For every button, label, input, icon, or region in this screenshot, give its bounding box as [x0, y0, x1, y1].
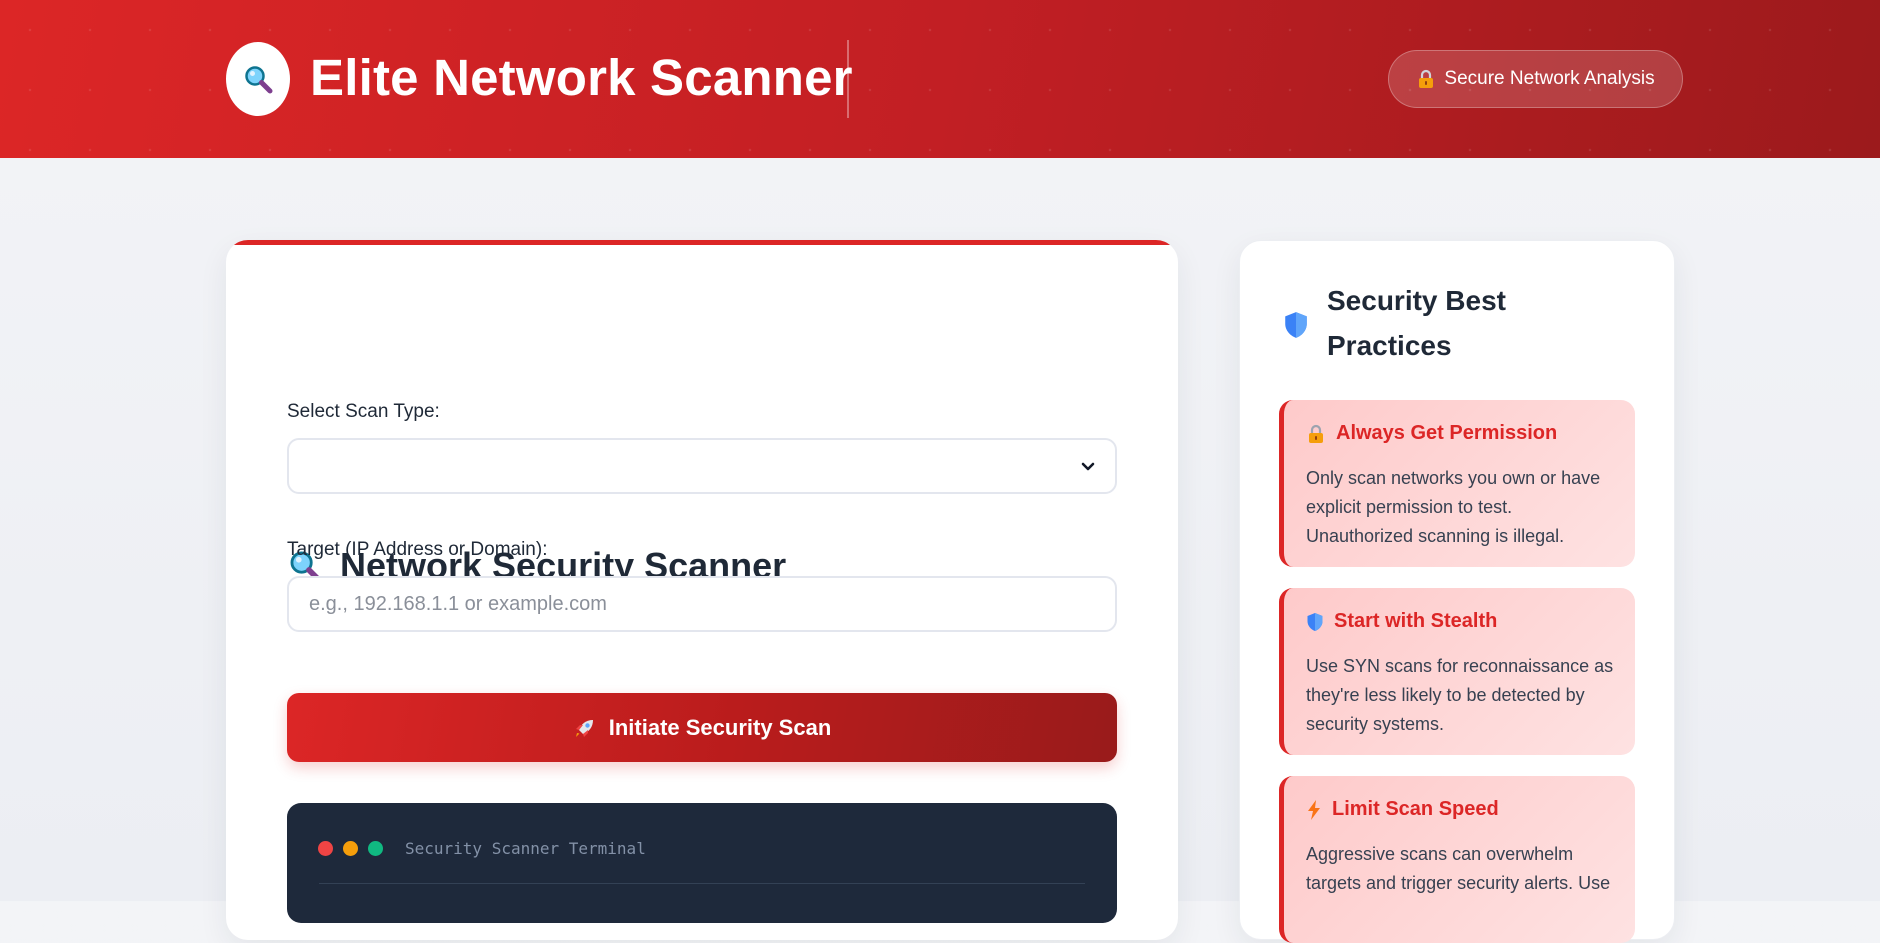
scanner-terminal: Security Scanner Terminal [287, 803, 1117, 923]
tip-card: Limit Scan Speed Aggressive scans can ov… [1279, 776, 1635, 943]
tip-body: Use SYN scans for reconnaissance as they… [1306, 656, 1614, 734]
magnifier-icon [245, 66, 273, 94]
tip-body: Only scan networks you own or have expli… [1306, 468, 1601, 546]
tip-card: Always Get Permission Only scan networks… [1279, 400, 1635, 567]
scan-type-label: Select Scan Type: [287, 401, 440, 422]
lightning-icon [1308, 799, 1320, 820]
best-practices-title: Security Best Practices [1327, 285, 1506, 361]
terminal-maximize-dot [368, 841, 383, 856]
target-input[interactable] [287, 576, 1117, 632]
tip-body: Aggressive scans can overwhelm targets a… [1306, 844, 1611, 893]
scan-button-label: Initiate Security Scan [608, 714, 832, 740]
logo-badge [226, 42, 290, 116]
terminal-divider [319, 883, 1085, 884]
terminal-close-dot [318, 841, 333, 856]
tip-header: Start with Stealth [1306, 610, 1497, 633]
scan-type-select[interactable] [287, 438, 1117, 494]
app-title: Elite Network Scanner [310, 49, 853, 106]
rocket-icon [575, 719, 593, 737]
tip-card: Start with Stealth Use SYN scans for rec… [1279, 588, 1635, 755]
tip-title: Start with Stealth [1334, 610, 1498, 632]
tip-title: Limit Scan Speed [1332, 798, 1499, 820]
initiate-scan-button[interactable]: Initiate Security Scan [287, 693, 1117, 762]
terminal-minimize-dot [343, 841, 358, 856]
title-caret [847, 40, 849, 118]
target-label: Target (IP Address or Domain): [287, 539, 548, 560]
lock-icon [1309, 424, 1323, 443]
tip-title: Always Get Permission [1336, 422, 1558, 444]
tip-header: Always Get Permission [1306, 422, 1557, 445]
shield-icon [1285, 312, 1307, 338]
secure-analysis-badge[interactable]: Secure Network Analysis [1388, 50, 1683, 108]
app-header: Elite Network Scanner Secure Network Ana… [0, 0, 1880, 158]
terminal-title: Security Scanner Terminal [405, 839, 646, 858]
shield-icon [1307, 612, 1323, 631]
lock-icon [1419, 69, 1434, 88]
chevron-down-icon [1081, 462, 1095, 471]
tip-header: Limit Scan Speed [1306, 798, 1499, 821]
badge-label: Secure Network Analysis [1444, 68, 1655, 89]
